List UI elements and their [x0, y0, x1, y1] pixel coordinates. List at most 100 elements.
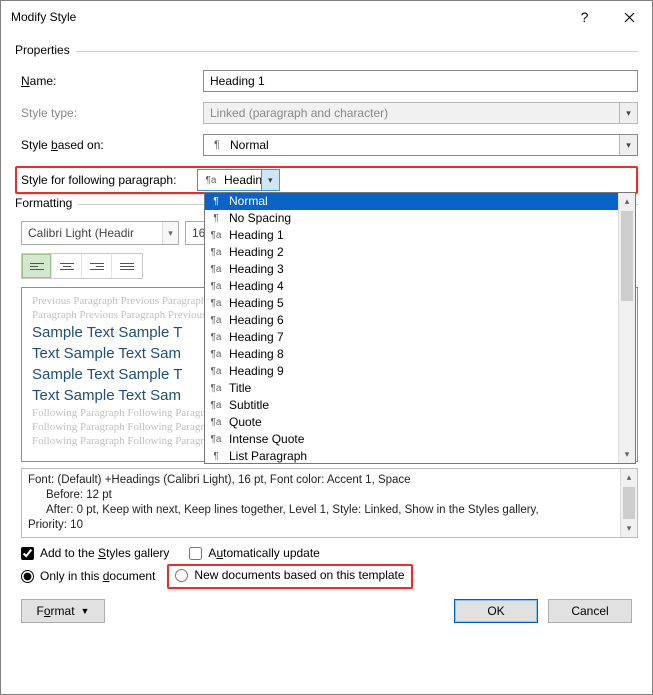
- style-type-label: Style type:: [15, 106, 203, 120]
- dropdown-option[interactable]: ¶a Heading 2: [205, 244, 618, 261]
- dropdown-option[interactable]: ¶aHeading 9: [205, 363, 618, 380]
- chevron-down-icon[interactable]: ▾: [162, 222, 178, 244]
- dropdown-option-label: Heading 5: [229, 295, 284, 312]
- style-type-value: Linked (paragraph and character): [210, 106, 388, 120]
- dropdown-option[interactable]: ¶a Heading 3: [205, 261, 618, 278]
- dropdown-option[interactable]: ¶a Quote: [205, 414, 618, 431]
- pilcrow-icon: ¶a: [209, 278, 223, 295]
- close-button[interactable]: [607, 1, 652, 33]
- pilcrow-icon: ¶a: [209, 261, 223, 278]
- dropdown-option[interactable]: ¶a Heading 7: [205, 329, 618, 346]
- window-title: Modify Style: [11, 10, 562, 24]
- based-on-combo[interactable]: ¶ Normal ▾: [203, 134, 638, 156]
- align-justify-button[interactable]: [112, 254, 142, 278]
- scroll-up-icon[interactable]: ▴: [619, 193, 635, 210]
- auto-update-checkbox[interactable]: Automatically update: [189, 546, 319, 560]
- close-icon: [624, 12, 635, 23]
- name-input[interactable]: [203, 70, 638, 92]
- dropdown-option[interactable]: ¶a Title: [205, 380, 618, 397]
- style-description: Font: (Default) +Headings (Calibri Light…: [21, 468, 638, 538]
- desc-line: After: 0 pt, Keep with next, Keep lines …: [28, 503, 614, 518]
- dropdown-option-label: Title: [229, 380, 251, 397]
- pilcrow-icon: ¶: [209, 210, 223, 227]
- dropdown-option-label: List Paragraph: [229, 448, 307, 463]
- dropdown-option[interactable]: ¶ No Spacing: [205, 210, 618, 227]
- pilcrow-icon: ¶: [209, 193, 223, 210]
- pilcrow-icon: ¶: [209, 448, 223, 463]
- dropdown-option[interactable]: ¶a Heading 5: [205, 295, 618, 312]
- dropdown-option[interactable]: ¶aHeading 6: [205, 312, 618, 329]
- following-paragraph-label: Style for following paragraph:: [19, 173, 197, 187]
- pilcrow-icon: ¶a: [209, 414, 223, 431]
- dropdown-option-label: Heading 1: [229, 227, 284, 244]
- cancel-button[interactable]: Cancel: [548, 599, 632, 623]
- align-center-button[interactable]: [52, 254, 82, 278]
- dropdown-option[interactable]: ¶ Normal: [205, 193, 618, 210]
- dropdown-option-label: Subtitle: [229, 397, 269, 414]
- style-type-combo: Linked (paragraph and character) ▾: [203, 102, 638, 124]
- new-documents-highlight: New documents based on this template: [167, 564, 412, 589]
- pilcrow-icon: ¶a: [209, 227, 223, 244]
- dropdown-option-label: Intense Quote: [229, 431, 304, 448]
- new-documents-label: New documents based on this template: [194, 568, 404, 582]
- dropdown-option-label: Heading 3: [229, 261, 284, 278]
- desc-line: Before: 12 pt: [28, 488, 614, 503]
- dropdown-option-label: No Spacing: [229, 210, 291, 227]
- dropdown-option[interactable]: ¶a Heading 4: [205, 278, 618, 295]
- based-on-value: Normal: [230, 138, 269, 152]
- dropdown-option-label: Normal: [229, 193, 268, 210]
- align-left-button[interactable]: [22, 254, 52, 278]
- pilcrow-icon: ¶a: [209, 346, 223, 363]
- scroll-up-icon[interactable]: ▴: [621, 469, 637, 486]
- dropdown-option-label: Heading 4: [229, 278, 284, 295]
- scroll-down-icon[interactable]: ▾: [621, 520, 637, 537]
- scroll-thumb[interactable]: [623, 487, 635, 519]
- dropdown-option-label: Heading 6: [229, 312, 284, 329]
- font-family-combo[interactable]: Calibri Light (Headir ▾: [21, 221, 179, 245]
- description-scrollbar[interactable]: ▴ ▾: [620, 469, 637, 537]
- format-button[interactable]: Format ▼: [21, 599, 105, 623]
- dropdown-option[interactable]: ¶a Subtitle: [205, 397, 618, 414]
- pilcrow-icon: ¶a: [209, 244, 223, 261]
- dropdown-option[interactable]: ¶ List Paragraph: [205, 448, 618, 463]
- dropdown-option[interactable]: ¶a Intense Quote: [205, 431, 618, 448]
- add-to-gallery-checkbox[interactable]: Add to the Styles gallery: [21, 546, 169, 560]
- pilcrow-icon: ¶: [210, 139, 224, 151]
- desc-line: Priority: 10: [28, 518, 614, 533]
- pilcrow-icon: ¶a: [209, 295, 223, 312]
- chevron-down-icon[interactable]: ▾: [261, 170, 279, 190]
- pilcrow-icon: ¶a: [204, 175, 218, 186]
- align-right-button[interactable]: [82, 254, 112, 278]
- properties-legend: Properties: [15, 43, 76, 57]
- desc-line: Font: (Default) +Headings (Calibri Light…: [28, 473, 614, 488]
- following-paragraph-dropdown[interactable]: ¶ Normal ¶ No Spacing ¶a Heading 1 ¶a Heading 2…: [204, 192, 636, 464]
- dropdown-option[interactable]: ¶a Heading 8: [205, 346, 618, 363]
- dropdown-option-label: Quote: [229, 414, 262, 431]
- chevron-down-icon[interactable]: ▾: [619, 135, 637, 155]
- pilcrow-icon: ¶a: [209, 431, 223, 448]
- name-label: Name:: [15, 74, 203, 88]
- scroll-thumb[interactable]: [621, 211, 633, 301]
- dropdown-option[interactable]: ¶a Heading 1: [205, 227, 618, 244]
- help-button[interactable]: ?: [562, 1, 607, 33]
- chevron-down-icon: ▾: [619, 103, 637, 123]
- pilcrow-icon: ¶a: [209, 397, 223, 414]
- following-paragraph-highlight: Style for following paragraph: ¶a Headin…: [15, 166, 638, 194]
- dropdown-scrollbar[interactable]: ▴ ▾: [618, 193, 635, 463]
- chevron-down-icon: ▼: [81, 606, 90, 616]
- scroll-down-icon[interactable]: ▾: [619, 446, 635, 463]
- ok-button[interactable]: OK: [454, 599, 538, 623]
- only-this-document-radio[interactable]: Only in this document: [21, 569, 155, 583]
- properties-group: Properties Name: Style type: Linked (par…: [15, 51, 638, 194]
- alignment-toolbar: [21, 253, 143, 279]
- following-paragraph-combo[interactable]: ¶a Heading 2 ▾: [197, 169, 280, 191]
- font-family-value: Calibri Light (Headir: [28, 226, 134, 240]
- formatting-legend: Formatting: [15, 196, 78, 210]
- pilcrow-icon: ¶a: [209, 329, 223, 346]
- dropdown-option-label: Heading 7: [229, 329, 284, 346]
- pilcrow-icon: ¶a: [209, 380, 223, 397]
- new-documents-radio[interactable]: New documents based on this template: [175, 568, 404, 582]
- dropdown-option-label: Heading 9: [229, 363, 284, 380]
- dropdown-option-label: Heading 8: [229, 346, 284, 363]
- dropdown-option-label: Heading 2: [229, 244, 284, 261]
